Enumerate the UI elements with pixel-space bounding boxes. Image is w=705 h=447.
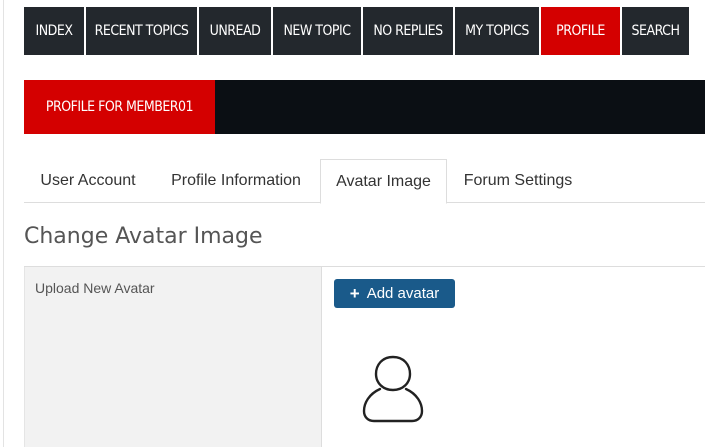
add-avatar-button-label: Add avatar <box>366 285 440 302</box>
upload-value-cell: + Add avatar <box>322 267 705 447</box>
left-divider <box>3 0 4 447</box>
add-avatar-button[interactable]: + Add avatar <box>334 279 455 308</box>
plus-icon: + <box>349 284 360 303</box>
tab-avatar-image[interactable]: Avatar Image <box>320 159 447 204</box>
nav-item-profile[interactable]: PROFILE <box>541 7 622 55</box>
nav-item-my-topics[interactable]: MY TOPICS <box>455 7 541 55</box>
tab-profile-information[interactable]: Profile Information <box>156 159 316 203</box>
user-silhouette-icon <box>362 355 424 423</box>
profile-banner-title: PROFILE FOR MEMBER01 <box>24 80 215 134</box>
profile-banner: PROFILE FOR MEMBER01 <box>24 80 705 134</box>
upload-avatar-label: Upload New Avatar <box>35 280 155 296</box>
upload-label-cell: Upload New Avatar <box>24 267 322 447</box>
nav-item-unread[interactable]: UNREAD <box>199 7 273 55</box>
page: INDEX RECENT TOPICS UNREAD NEW TOPIC NO … <box>0 0 705 447</box>
nav-item-recent-topics[interactable]: RECENT TOPICS <box>86 7 199 55</box>
nav-item-search[interactable]: SEARCH <box>622 7 691 55</box>
tab-user-account[interactable]: User Account <box>24 159 152 203</box>
nav-item-no-replies[interactable]: NO REPLIES <box>363 7 455 55</box>
tab-forum-settings[interactable]: Forum Settings <box>451 159 585 203</box>
profile-tabs: User Account Profile Information Avatar … <box>24 159 705 204</box>
section-heading: Change Avatar Image <box>24 224 263 249</box>
upload-avatar-row: Upload New Avatar + Add avatar <box>24 266 705 447</box>
nav-item-index[interactable]: INDEX <box>24 7 86 55</box>
main-nav: INDEX RECENT TOPICS UNREAD NEW TOPIC NO … <box>24 7 691 55</box>
nav-item-new-topic[interactable]: NEW TOPIC <box>273 7 363 55</box>
